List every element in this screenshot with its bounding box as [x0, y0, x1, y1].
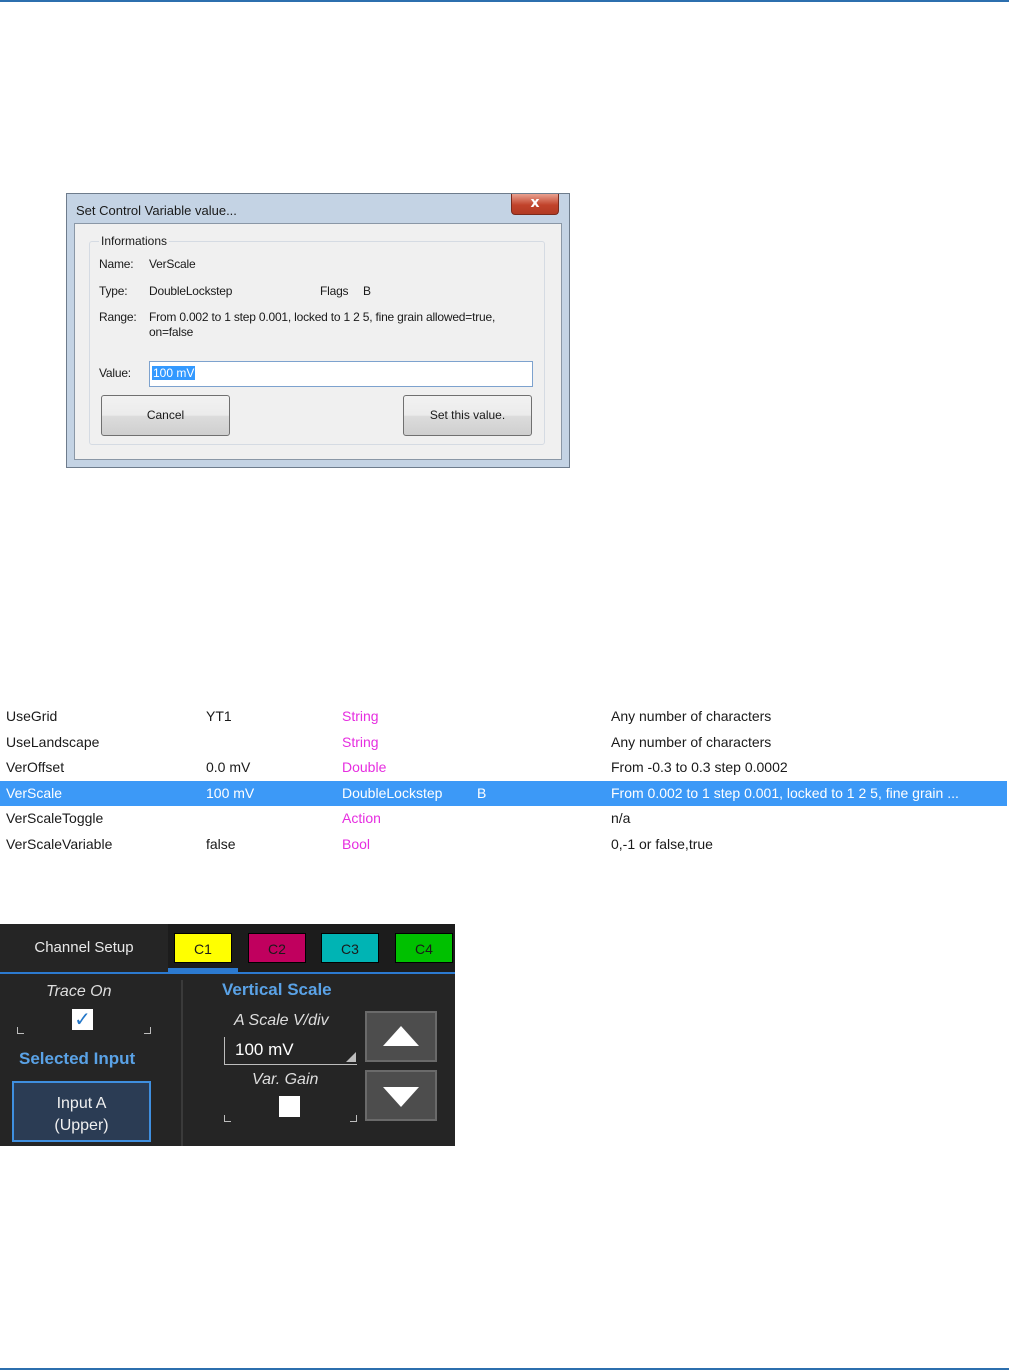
type-label: Type:: [99, 284, 128, 298]
corner-bracket: [17, 1027, 24, 1034]
row-type: Bool: [342, 836, 371, 852]
flags-value: B: [363, 284, 371, 298]
top-rule: [0, 0, 1009, 2]
row-name: UseGrid: [6, 708, 58, 724]
name-value: VerScale: [149, 257, 196, 271]
group-legend: Informations: [99, 234, 170, 248]
input-button-line2: (Upper): [54, 1117, 109, 1134]
row-name: VerScale: [6, 785, 63, 801]
table-row[interactable]: VerScaleToggle Action n/a: [0, 806, 1007, 831]
row-range: n/a: [611, 810, 631, 826]
panel-divider: [181, 980, 183, 1146]
close-button[interactable]: x: [511, 194, 559, 215]
tab-channel-setup[interactable]: Channel Setup: [0, 924, 168, 972]
range-value-line2: on=false: [149, 325, 194, 339]
row-range: Any number of characters: [611, 708, 772, 724]
row-value: YT1: [206, 708, 232, 724]
row-value: false: [206, 836, 236, 852]
corner-bracket: [350, 1115, 357, 1122]
row-name: VerOffset: [6, 759, 65, 775]
scale-down-button[interactable]: [365, 1070, 437, 1121]
trace-on-checkbox[interactable]: ✓: [72, 1009, 93, 1030]
row-value: 100 mV: [206, 785, 255, 801]
tab-c1[interactable]: C1: [174, 933, 232, 963]
value-input-text: 100 mV: [152, 366, 196, 380]
row-flags: B: [477, 785, 487, 801]
table-row[interactable]: UseLandscape String Any number of charac…: [0, 730, 1007, 755]
dropdown-corner-icon: [346, 1052, 356, 1062]
row-type: String: [342, 734, 379, 750]
row-type: Double: [342, 759, 387, 775]
vertical-scale-label: Vertical Scale: [222, 980, 332, 999]
tab-c4[interactable]: C4: [395, 933, 453, 963]
set-value-button[interactable]: Set this value.: [403, 395, 532, 436]
row-name: VerScaleToggle: [6, 810, 104, 826]
selected-input-label: Selected Input: [19, 1049, 136, 1068]
dialog-title: Set Control Variable value...: [76, 203, 237, 218]
value-label: Value:: [99, 366, 131, 380]
input-a-button[interactable]: Input A (Upper): [12, 1081, 151, 1142]
range-label: Range:: [99, 310, 137, 324]
type-value: DoubleLockstep: [149, 284, 233, 298]
active-tab-indicator: [168, 968, 238, 972]
corner-bracket: [144, 1027, 151, 1034]
row-range: Any number of characters: [611, 734, 772, 750]
var-gain-label: Var. Gain: [252, 1071, 319, 1088]
scale-vdiv-field[interactable]: 100 mV: [224, 1037, 357, 1065]
scale-vdiv-value: 100 mV: [235, 1040, 294, 1059]
row-type: Action: [342, 810, 381, 826]
trace-on-label: Trace On: [46, 983, 112, 1000]
row-range: From 0.002 to 1 step 0.001, locked to 1 …: [611, 785, 959, 801]
row-value: 0.0 mV: [206, 759, 251, 775]
row-range: From -0.3 to 0.3 step 0.0002: [611, 759, 788, 775]
row-type: DoubleLockstep: [342, 785, 443, 801]
triangle-down-icon: [383, 1087, 419, 1107]
row-range: 0,-1 or false,true: [611, 836, 713, 852]
var-gain-checkbox[interactable]: [279, 1096, 300, 1117]
cancel-button[interactable]: Cancel: [101, 395, 230, 436]
row-type: String: [342, 708, 379, 724]
table-row[interactable]: VerScaleVariable false Bool 0,-1 or fals…: [0, 832, 1007, 857]
scale-up-button[interactable]: [365, 1011, 437, 1062]
table-row[interactable]: UseGrid YT1 String Any number of charact…: [0, 704, 1007, 729]
flags-label: Flags: [320, 284, 349, 298]
input-button-line1: Input A: [56, 1095, 107, 1112]
table-row-selected[interactable]: VerScale 100 mV DoubleLockstep B From 0.…: [0, 781, 1007, 806]
tab-underline: [0, 972, 455, 974]
row-name: UseLandscape: [6, 734, 100, 750]
range-value-line1: From 0.002 to 1 step 0.001, locked to 1 …: [149, 310, 496, 324]
tab-c3[interactable]: C3: [321, 933, 379, 963]
scale-vdiv-label: A Scale V/div: [234, 1012, 329, 1029]
triangle-up-icon: [383, 1026, 419, 1046]
bottom-rule: [0, 1368, 1009, 1370]
tab-c2[interactable]: C2: [248, 933, 306, 963]
table-row[interactable]: VerOffset 0.0 mV Double From -0.3 to 0.3…: [0, 755, 1007, 780]
row-name: VerScaleVariable: [6, 836, 113, 852]
name-label: Name:: [99, 257, 134, 271]
value-input[interactable]: 100 mV: [149, 361, 533, 387]
corner-bracket: [224, 1115, 231, 1122]
